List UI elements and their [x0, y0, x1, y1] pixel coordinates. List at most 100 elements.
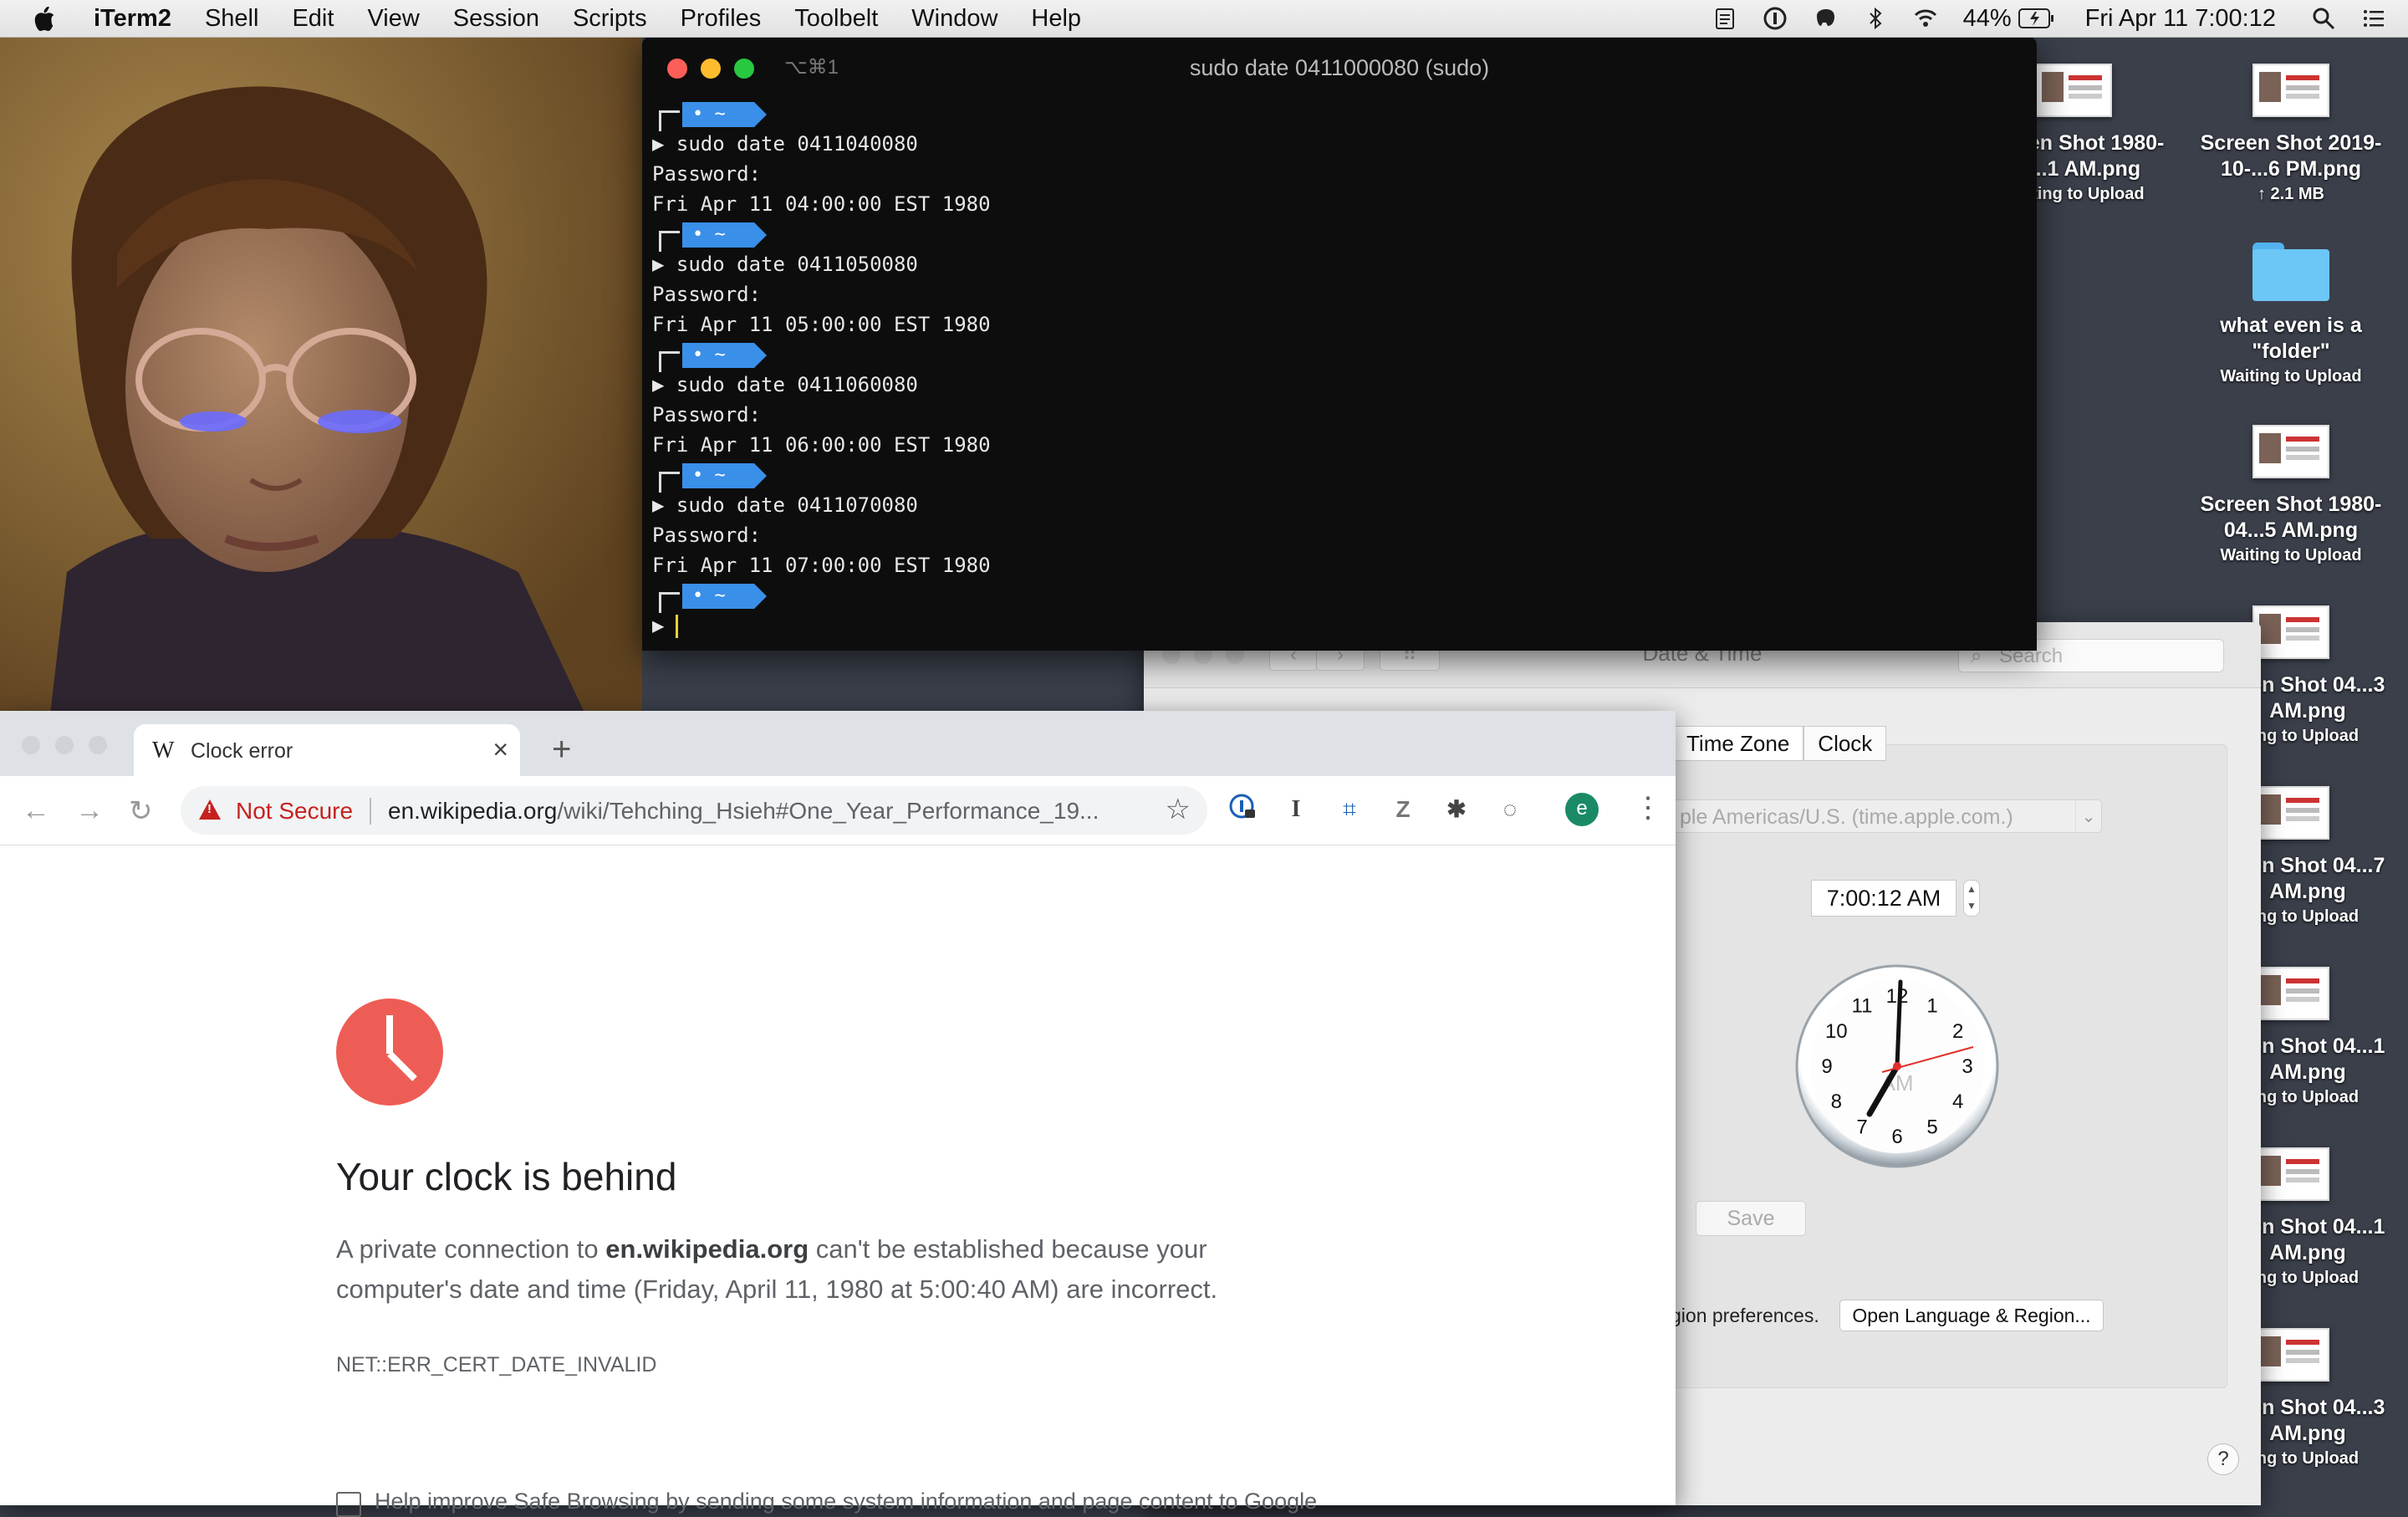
menu-app-iterm2[interactable]: iTerm2	[94, 5, 171, 33]
shell-prompt: • ~	[652, 340, 2037, 372]
not-secure-label[interactable]: Not Secure	[236, 798, 353, 825]
menu-toolbelt[interactable]: Toolbelt	[794, 5, 878, 33]
menu-view[interactable]: View	[367, 5, 419, 33]
open-language-region-button[interactable]: Open Language & Region...	[1839, 1300, 2104, 1331]
close-window-button[interactable]	[22, 736, 40, 754]
desktop-file-screenshot-3[interactable]: Screen Shot 1980-04...5 AM.png Waiting t…	[2182, 425, 2400, 567]
tab-clock[interactable]: Clock	[1803, 726, 1887, 761]
file-thumbnail	[2252, 425, 2329, 478]
menu-profiles[interactable]: Profiles	[681, 5, 762, 33]
terminal-output-line: Fri Apr 11 05:00:00 EST 1980	[652, 313, 991, 336]
bluetooth-icon[interactable]	[1863, 6, 1888, 31]
webcam-person-image	[0, 37, 642, 714]
battery-icon[interactable]	[2018, 8, 2055, 29]
menu-session[interactable]: Session	[453, 5, 539, 33]
safe-browsing-checkbox[interactable]	[336, 1492, 361, 1517]
error-description: A private connection to en.wikipedia.org…	[336, 1234, 1218, 1304]
zoom-window-button[interactable]	[89, 736, 107, 754]
terminal-password-line: Password:	[652, 403, 762, 426]
minimize-window-button[interactable]	[55, 736, 74, 754]
desktop-folder[interactable]: what even is a "folder" Waiting to Uploa…	[2182, 243, 2400, 388]
clock-error-icon	[336, 999, 443, 1106]
terminal-title: sudo date 0411000080 (sudo)	[1189, 55, 1490, 80]
notes-icon[interactable]	[1712, 6, 1737, 31]
prompt-arrow: ▶	[652, 614, 665, 637]
clock-numeral: 6	[1891, 1126, 1902, 1148]
status-menus: 44% Fri Apr 11 7:00:12	[1687, 0, 2408, 37]
clock-numeral: 3	[1962, 1055, 1972, 1078]
analog-clock[interactable]: 12 1 2 3 4 5 6 7 8 9 10 11 AM	[1794, 963, 2000, 1169]
terminal-output[interactable]: • ~ ▶ sudo date 0411040080 Password: Fri…	[642, 99, 2037, 641]
browser-tab-clock-error[interactable]: W Clock error ×	[134, 724, 520, 776]
clock-numeral: 11	[1852, 994, 1873, 1017]
desktop-file-screenshot-2[interactable]: Screen Shot 2019-10-...6 PM.png ↑ 2.1 MB	[2182, 64, 2400, 206]
text-cursor	[676, 615, 679, 638]
terminal-command: ▶ sudo date 0411040080	[652, 132, 918, 156]
clock-numeral: 2	[1952, 1020, 1963, 1043]
warning-triangle-icon	[199, 799, 221, 820]
desktop-file-name: what even is a "folder"	[2220, 314, 2362, 363]
terminal-output-line: Fri Apr 11 04:00:00 EST 1980	[652, 192, 991, 216]
save-button[interactable]: Save	[1696, 1201, 1806, 1236]
chevron-down-icon: ⌄	[2075, 800, 2101, 832]
menubar-clock[interactable]: Fri Apr 11 7:00:12	[2085, 5, 2276, 33]
menu-edit[interactable]: Edit	[292, 5, 334, 33]
file-thumbnail	[2252, 605, 2329, 659]
time-stepper[interactable]: ▲ ▼	[1963, 880, 1980, 917]
file-thumbnail	[2252, 64, 2329, 117]
help-button[interactable]: ?	[2207, 1443, 2239, 1475]
file-thumbnail	[2252, 1147, 2329, 1201]
time-field[interactable]: 7:00:12 AM	[1811, 880, 1956, 917]
webcam-video-feed	[0, 37, 642, 714]
close-tab-icon[interactable]: ×	[492, 734, 508, 765]
instapaper-extension-icon[interactable]: I	[1279, 793, 1313, 826]
crop-extension-icon[interactable]: ⌗	[1333, 793, 1366, 826]
file-thumbnail	[2035, 64, 2112, 117]
iterm2-window: ⌥⌘1 sudo date 0411000080 (sudo) • ~ ▶ su…	[642, 37, 2037, 651]
forward-arrow-icon[interactable]: →	[75, 794, 104, 827]
profile-avatar[interactable]: e	[1565, 793, 1599, 826]
url-text: en.wikipedia.org/wiki/Tehching_Hsieh#One…	[388, 798, 1099, 825]
folder-icon	[2252, 243, 2329, 301]
menu-window[interactable]: Window	[911, 5, 997, 33]
menu-shell[interactable]: Shell	[205, 5, 259, 33]
notification-center-icon[interactable]	[2361, 6, 2386, 31]
wifi-icon[interactable]	[1913, 6, 1938, 31]
new-tab-button[interactable]: +	[552, 731, 571, 769]
password-extension-icon[interactable]	[1226, 793, 1259, 826]
clock-face-icon: 12 1234567891011 AM	[1795, 964, 1999, 1168]
battery-percent[interactable]: 44%	[1963, 5, 2012, 33]
terminal-input-line[interactable]: ▶	[652, 610, 2037, 641]
chrome-tab-strip: W Clock error × +	[0, 711, 1676, 776]
terminal-command: ▶ sudo date 0411050080	[652, 253, 918, 276]
time-server-select[interactable]: ple Americas/U.S. (time.apple.com.) ⌄	[1672, 799, 2102, 833]
apple-icon[interactable]	[32, 5, 57, 32]
error-heading: Your clock is behind	[336, 1155, 677, 1198]
error-host: en.wikipedia.org	[605, 1234, 809, 1264]
bookmark-star-icon[interactable]: ☆	[1166, 793, 1191, 826]
zotero-extension-icon[interactable]: Z	[1386, 793, 1420, 826]
time-server-value: ple Americas/U.S. (time.apple.com.)	[1680, 805, 2013, 829]
clock-numeral: 4	[1952, 1091, 1963, 1113]
terminal-command: ▶ sudo date 0411060080	[652, 373, 918, 396]
password-manager-icon[interactable]	[1763, 6, 1788, 31]
terminal-command: ▶ sudo date 0411070080	[652, 493, 918, 517]
error-code: NET::ERR_CERT_DATE_INVALID	[336, 1353, 657, 1377]
clock-numeral: 12	[1886, 985, 1909, 1008]
tab-time-zone[interactable]: Time Zone	[1672, 726, 1804, 761]
asterisk-extension-icon[interactable]: ✱	[1440, 793, 1473, 826]
region-preferences-text: gion preferences.	[1671, 1305, 1819, 1326]
menu-help[interactable]: Help	[1031, 5, 1081, 33]
chrome-toolbar: ← → ↻ Not Secure en.wikipedia.org/wiki/T…	[0, 776, 1676, 845]
spotlight-search-icon[interactable]	[2311, 6, 2336, 31]
chrome-menu-icon[interactable]: ⋮	[1634, 791, 1662, 825]
circular-extension-icon[interactable]: ◌	[1493, 793, 1527, 826]
evernote-elephant-icon[interactable]	[1813, 6, 1838, 31]
terminal-output-line: Fri Apr 11 06:00:00 EST 1980	[652, 433, 991, 457]
wikipedia-favicon-icon: W	[152, 738, 175, 764]
terminal-titlebar: ⌥⌘1 sudo date 0411000080 (sudo)	[642, 37, 2037, 99]
reload-icon[interactable]: ↻	[129, 794, 153, 828]
address-bar[interactable]: Not Secure en.wikipedia.org/wiki/Tehchin…	[181, 786, 1207, 835]
menu-scripts[interactable]: Scripts	[573, 5, 647, 33]
back-arrow-icon[interactable]: ←	[22, 794, 50, 827]
